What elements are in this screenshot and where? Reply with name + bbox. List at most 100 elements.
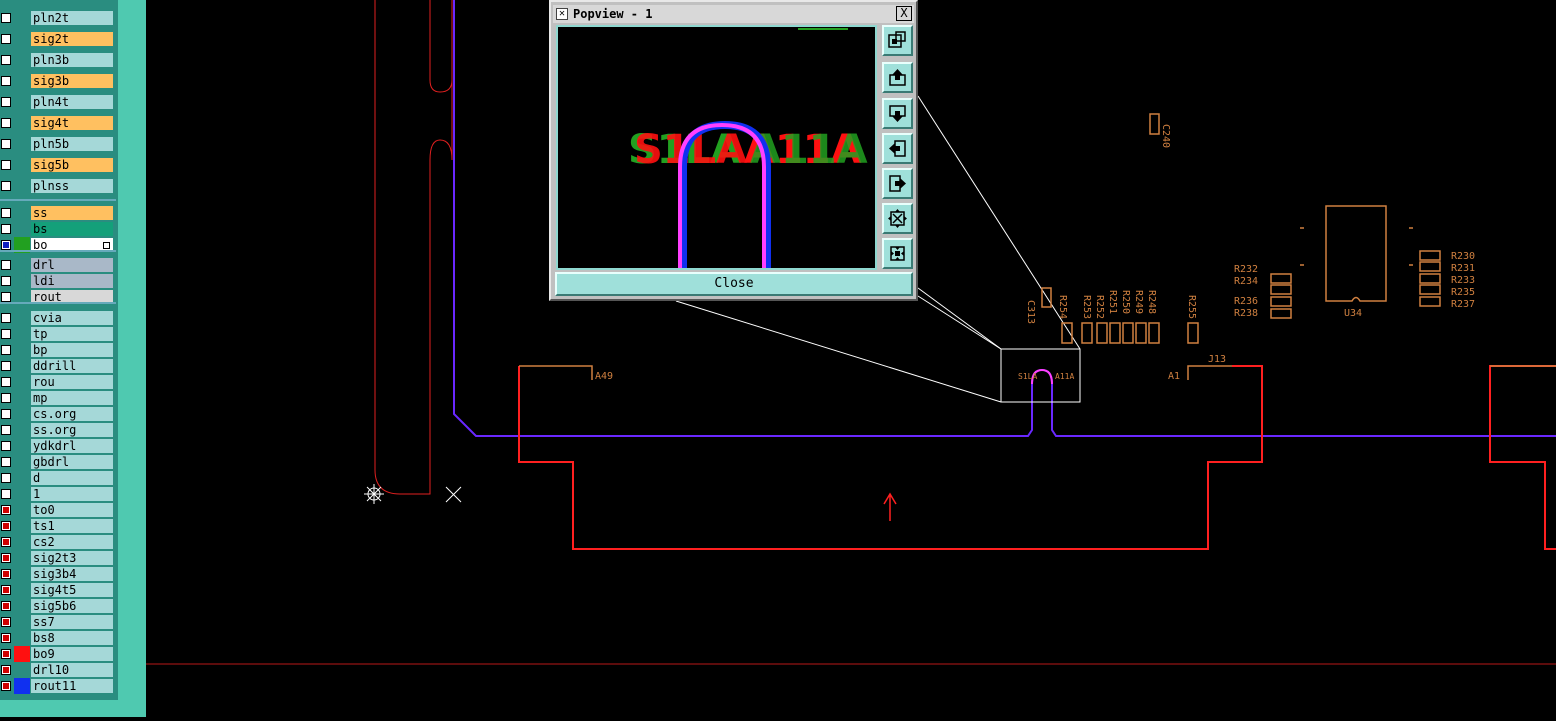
layer-name[interactable]: pln4t xyxy=(31,95,113,109)
layer-name[interactable]: drl10 xyxy=(31,663,113,677)
layer-name[interactable]: pln5b xyxy=(31,137,113,151)
layer-name[interactable]: sig4t5 xyxy=(31,583,113,597)
layer-visibility-checkbox[interactable] xyxy=(1,457,11,467)
layer-visibility-checkbox[interactable] xyxy=(1,425,11,435)
layer-visibility-checkbox[interactable] xyxy=(1,569,11,579)
layer-name[interactable]: to0 xyxy=(31,503,113,517)
layer-visibility-checkbox[interactable] xyxy=(1,649,11,659)
layer-color-swatch[interactable] xyxy=(14,678,30,694)
layer-row[interactable]: plnss xyxy=(0,178,116,194)
layer-name[interactable]: plnss xyxy=(31,179,113,193)
layer-row[interactable]: sig5b6 xyxy=(0,598,116,614)
layer-row[interactable]: bs xyxy=(0,221,116,237)
layer-name[interactable]: bs8 xyxy=(31,631,113,645)
layer-name[interactable]: ddrill xyxy=(31,359,113,373)
layer-row[interactable]: sig5b xyxy=(0,157,116,173)
layer-row[interactable]: to0 xyxy=(0,502,116,518)
layer-name[interactable]: bo9 xyxy=(31,647,113,661)
layer-name[interactable]: d xyxy=(31,471,113,485)
layer-row[interactable]: drl xyxy=(0,257,116,273)
layer-color-swatch[interactable] xyxy=(14,646,30,662)
layer-name[interactable]: sig2t3 xyxy=(31,551,113,565)
layer-visibility-checkbox[interactable] xyxy=(1,13,11,23)
layer-row[interactable]: rout11 xyxy=(0,678,116,694)
layer-row[interactable]: 1 xyxy=(0,486,116,502)
layer-row[interactable]: rou xyxy=(0,374,116,390)
layer-visibility-checkbox[interactable] xyxy=(1,313,11,323)
layer-visibility-checkbox[interactable] xyxy=(1,276,11,286)
layer-visibility-checkbox[interactable] xyxy=(1,76,11,86)
layer-visibility-checkbox[interactable] xyxy=(1,521,11,531)
layer-visibility-checkbox[interactable] xyxy=(1,617,11,627)
layer-name[interactable]: cs.org xyxy=(31,407,113,421)
layer-visibility-checkbox[interactable] xyxy=(1,260,11,270)
layer-row[interactable]: mp xyxy=(0,390,116,406)
layer-row[interactable]: ldi xyxy=(0,273,116,289)
layer-row[interactable]: sig2t3 xyxy=(0,550,116,566)
layer-name[interactable]: cvia xyxy=(31,311,113,325)
pan-left-button[interactable] xyxy=(882,133,913,164)
zoom-out-button[interactable] xyxy=(882,238,913,269)
layer-name[interactable]: ss7 xyxy=(31,615,113,629)
layer-name[interactable]: cs2 xyxy=(31,535,113,549)
layer-name[interactable]: ss xyxy=(31,206,113,220)
layer-visibility-checkbox[interactable] xyxy=(1,240,11,250)
layer-name[interactable]: bs xyxy=(31,222,113,236)
zoom-fit-button[interactable] xyxy=(882,25,913,56)
layer-visibility-checkbox[interactable] xyxy=(1,34,11,44)
layer-name[interactable]: sig5b6 xyxy=(31,599,113,613)
layer-row[interactable]: sig4t5 xyxy=(0,582,116,598)
layer-visibility-checkbox[interactable] xyxy=(1,97,11,107)
layer-row[interactable]: cvia xyxy=(0,310,116,326)
pan-up-button[interactable] xyxy=(882,62,913,93)
layer-visibility-checkbox[interactable] xyxy=(1,208,11,218)
layer-visibility-checkbox[interactable] xyxy=(1,139,11,149)
layer-row[interactable]: ts1 xyxy=(0,518,116,534)
layer-visibility-checkbox[interactable] xyxy=(1,292,11,302)
layer-name[interactable]: drl xyxy=(31,258,113,272)
zoom-in-button[interactable] xyxy=(882,203,913,234)
layer-name[interactable]: sig2t xyxy=(31,32,113,46)
layer-name[interactable]: mp xyxy=(31,391,113,405)
layer-name[interactable]: sig5b xyxy=(31,158,113,172)
layer-visibility-checkbox[interactable] xyxy=(1,409,11,419)
layer-name[interactable]: ldi xyxy=(31,274,113,288)
layer-visibility-checkbox[interactable] xyxy=(1,633,11,643)
layer-row[interactable]: drl10 xyxy=(0,662,116,678)
layer-visibility-checkbox[interactable] xyxy=(1,585,11,595)
layer-row[interactable]: tp xyxy=(0,326,116,342)
layer-visibility-checkbox[interactable] xyxy=(1,393,11,403)
layer-visibility-checkbox[interactable] xyxy=(1,224,11,234)
close-icon[interactable]: X xyxy=(896,6,912,21)
layer-row[interactable]: pln4t xyxy=(0,94,116,110)
layer-visibility-checkbox[interactable] xyxy=(1,55,11,65)
layer-name[interactable]: rou xyxy=(31,375,113,389)
layer-visibility-checkbox[interactable] xyxy=(1,537,11,547)
layer-visibility-checkbox[interactable] xyxy=(1,329,11,339)
layer-row[interactable]: pln5b xyxy=(0,136,116,152)
layer-row[interactable]: ydkdrl xyxy=(0,438,116,454)
layer-row[interactable]: sig3b xyxy=(0,73,116,89)
layer-name[interactable]: ydkdrl xyxy=(31,439,113,453)
pan-right-button[interactable] xyxy=(882,168,913,199)
layer-row[interactable]: sig2t xyxy=(0,31,116,47)
layer-visibility-checkbox[interactable] xyxy=(1,489,11,499)
layer-visibility-checkbox[interactable] xyxy=(1,361,11,371)
layer-row[interactable]: sig3b4 xyxy=(0,566,116,582)
layer-row[interactable]: bs8 xyxy=(0,630,116,646)
pan-down-button[interactable] xyxy=(882,98,913,129)
layer-row[interactable]: cs2 xyxy=(0,534,116,550)
layer-visibility-checkbox[interactable] xyxy=(1,377,11,387)
popview-titlebar[interactable]: ✕ Popview - 1 X xyxy=(553,5,914,23)
layer-name[interactable]: pln2t xyxy=(31,11,113,25)
layer-visibility-checkbox[interactable] xyxy=(1,681,11,691)
layer-name[interactable]: sig4t xyxy=(31,116,113,130)
layer-visibility-checkbox[interactable] xyxy=(1,160,11,170)
layer-visibility-checkbox[interactable] xyxy=(1,505,11,515)
layer-name[interactable]: rout11 xyxy=(31,679,113,693)
close-button[interactable]: Close xyxy=(555,272,913,296)
layer-visibility-checkbox[interactable] xyxy=(1,473,11,483)
layer-row[interactable]: ss xyxy=(0,205,116,221)
layer-name[interactable]: sig3b xyxy=(31,74,113,88)
layer-visibility-checkbox[interactable] xyxy=(1,553,11,563)
